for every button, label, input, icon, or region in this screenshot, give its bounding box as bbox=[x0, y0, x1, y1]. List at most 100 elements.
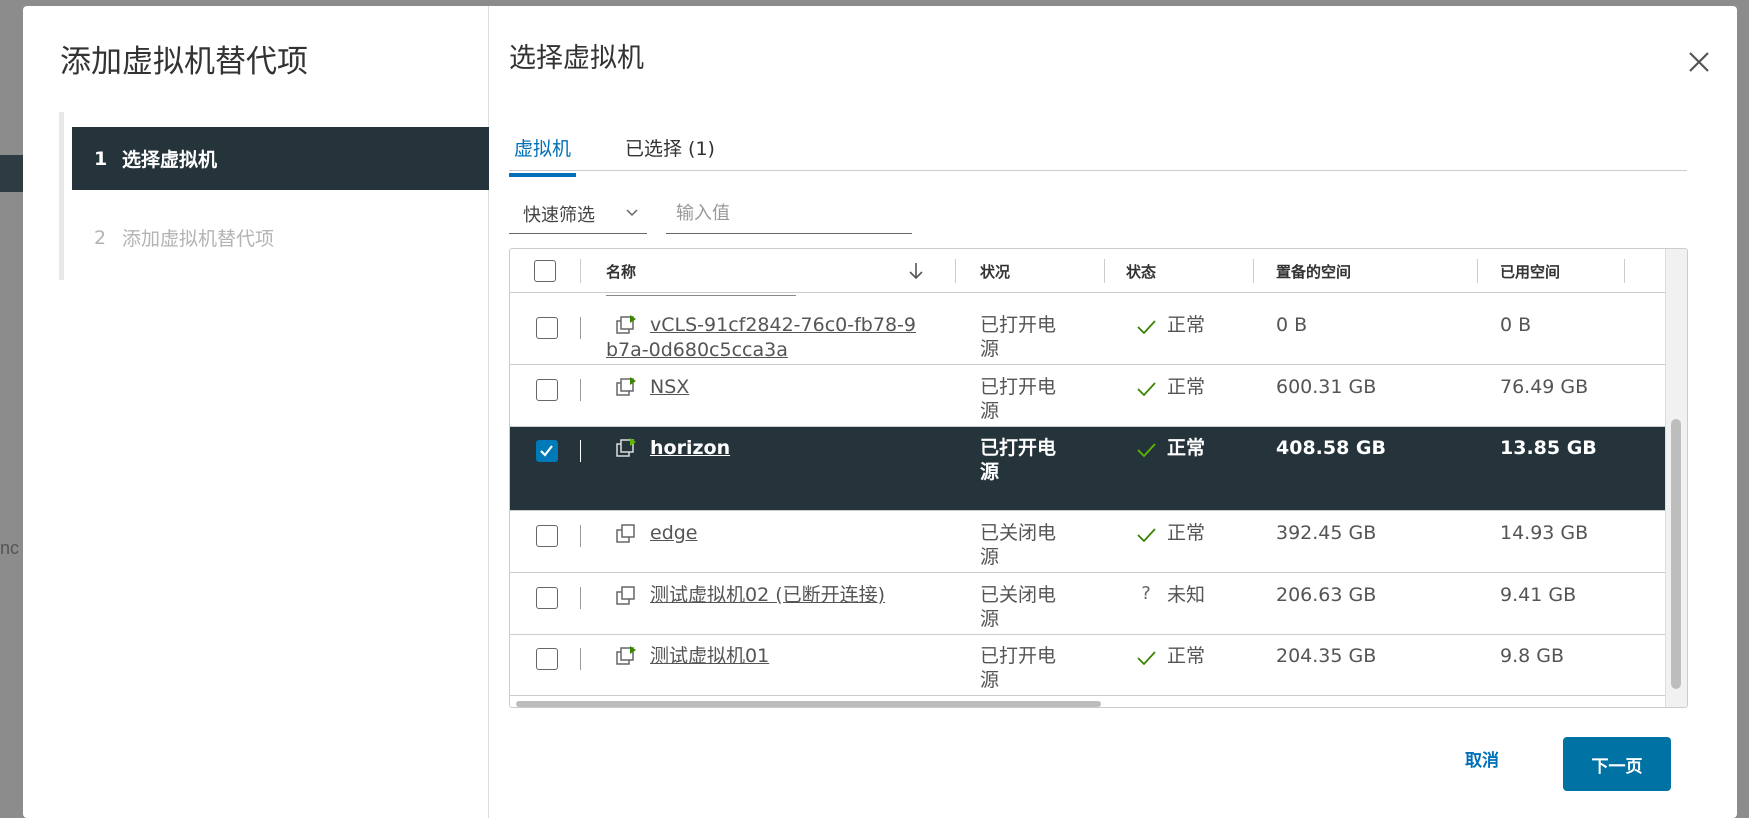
background-dark-strip bbox=[0, 155, 23, 192]
column-header-used-space[interactable]: 已用空间 bbox=[1500, 249, 1560, 293]
vm-powered-off-icon bbox=[616, 586, 635, 605]
column-separator bbox=[580, 259, 581, 283]
table-row[interactable]: vCLS-91cf2842-76c0-fb78-9 b7a-0d680c5cca… bbox=[510, 304, 1666, 365]
vertical-scrollbar-thumb[interactable] bbox=[1671, 419, 1681, 689]
vm-name-link[interactable]: NSX bbox=[650, 375, 689, 400]
table-row[interactable]: edge 已关闭电 源 正常 392.45 GB 14.93 GB bbox=[510, 512, 1666, 573]
step-select-vm[interactable]: 1 选择虚拟机 bbox=[72, 127, 489, 190]
power-state-cell: 已打开电 源 bbox=[980, 644, 1056, 692]
column-separator bbox=[1253, 259, 1254, 283]
power-state-cell: 已关闭电 源 bbox=[980, 521, 1056, 569]
row-checkbox[interactable] bbox=[536, 379, 558, 401]
power-state-line1: 已打开电 bbox=[980, 314, 1057, 336]
check-icon bbox=[1137, 651, 1156, 666]
column-separator bbox=[1624, 259, 1625, 283]
vm-name-link[interactable]: edge bbox=[650, 521, 698, 546]
horizontal-scrollbar-thumb[interactable] bbox=[516, 701, 1101, 707]
status-cell: 正常 bbox=[1167, 645, 1206, 667]
filter-row: 快速筛选 bbox=[509, 194, 912, 234]
check-icon bbox=[1137, 320, 1156, 335]
page-title: 选择虚拟机 bbox=[509, 43, 644, 74]
status-cell: 未知 bbox=[1167, 584, 1206, 606]
power-state-line1: 已打开电 bbox=[980, 376, 1057, 398]
filter-value-input[interactable] bbox=[666, 194, 912, 234]
background-text-fragment: nc bbox=[0, 538, 20, 558]
close-button[interactable] bbox=[1681, 44, 1717, 80]
power-state-line2: 源 bbox=[980, 461, 1000, 483]
vertical-scrollbar[interactable] bbox=[1665, 249, 1687, 707]
used-space-cell: 14.93 GB bbox=[1500, 522, 1589, 544]
row-divider bbox=[580, 648, 581, 670]
wizard-main: 选择虚拟机 虚拟机 已选择 (1) 快速筛选 名称 bbox=[489, 6, 1737, 818]
step-number: 1 bbox=[94, 147, 108, 170]
chevron-down-icon bbox=[626, 209, 638, 217]
row-divider bbox=[580, 379, 581, 401]
used-space-cell: 9.41 GB bbox=[1500, 584, 1577, 606]
provisioned-space-cell: 0 B bbox=[1276, 314, 1308, 336]
vm-powered-on-icon bbox=[616, 377, 636, 396]
wizard-steps: 1 选择虚拟机 2 添加虚拟机替代项 bbox=[59, 112, 489, 280]
tab-selected[interactable]: 已选择 (1) bbox=[620, 134, 720, 173]
used-space-cell: 0 B bbox=[1500, 314, 1532, 336]
checkmark-icon bbox=[540, 445, 553, 457]
power-state-cell: 已打开电 源 bbox=[980, 436, 1056, 484]
quick-filter-label: 快速筛选 bbox=[523, 205, 595, 226]
column-header-provisioned-space[interactable]: 置备的空间 bbox=[1276, 249, 1351, 293]
row-checkbox[interactable] bbox=[536, 648, 558, 670]
used-space-cell: 9.8 GB bbox=[1500, 645, 1565, 667]
vm-name-line1: vCLS-91cf2842-76c0-fb78-9 bbox=[650, 314, 916, 336]
table-row[interactable]: 测试虚拟机01 已打开电 源 正常 204.35 GB 9.8 GB bbox=[510, 635, 1666, 696]
vm-powered-on-icon bbox=[616, 646, 636, 665]
check-icon bbox=[1137, 528, 1156, 543]
provisioned-space-cell: 600.31 GB bbox=[1276, 376, 1377, 398]
power-state-line1: 已打开电 bbox=[980, 437, 1057, 459]
table-row[interactable]: NSX 已打开电 源 正常 600.31 GB 76.49 GB bbox=[510, 366, 1666, 427]
tab-virtual-machines[interactable]: 虚拟机 bbox=[509, 134, 577, 177]
used-space-cell: 76.49 GB bbox=[1500, 376, 1589, 398]
row-checkbox[interactable] bbox=[536, 525, 558, 547]
column-separator bbox=[1477, 259, 1478, 283]
column-header-name[interactable]: 名称 bbox=[606, 249, 636, 293]
column-header-status[interactable]: 状态 bbox=[1126, 249, 1156, 293]
status-cell: 正常 bbox=[1167, 522, 1206, 544]
vm-powered-off-icon bbox=[616, 524, 635, 543]
provisioned-space-cell: 392.45 GB bbox=[1276, 522, 1377, 544]
power-state-line1: 已关闭电 bbox=[980, 584, 1057, 606]
row-divider bbox=[580, 525, 581, 547]
vm-datagrid: 名称 状况 状态 置备的空间 已用空间 vCLS-91cf2842-76c0-f… bbox=[509, 248, 1688, 708]
power-state-line2: 源 bbox=[980, 400, 1000, 422]
vm-name-link[interactable]: horizon bbox=[650, 436, 730, 461]
quick-filter-dropdown[interactable]: 快速筛选 bbox=[509, 194, 647, 234]
check-icon bbox=[1137, 382, 1156, 397]
power-state-line2: 源 bbox=[980, 608, 1000, 630]
step-number: 2 bbox=[94, 226, 107, 249]
cancel-button[interactable]: 取消 bbox=[1465, 746, 1499, 771]
add-vm-override-dialog: 添加虚拟机替代项 1 选择虚拟机 2 添加虚拟机替代项 选择虚拟机 虚拟机 已选… bbox=[23, 6, 1737, 818]
vm-powered-on-icon bbox=[616, 438, 636, 457]
table-row-selected[interactable]: horizon 已打开电 源 正常 408.58 GB 13.85 GB bbox=[510, 427, 1666, 511]
row-checkbox-checked[interactable] bbox=[536, 440, 558, 462]
power-state-cell: 已打开电 源 bbox=[980, 313, 1056, 361]
power-state-cell: 已打开电 源 bbox=[980, 375, 1056, 423]
row-divider bbox=[580, 317, 581, 339]
vm-name-link[interactable]: 测试虚拟机01 bbox=[650, 644, 769, 669]
step-label: 选择虚拟机 bbox=[122, 149, 218, 171]
vm-name-link[interactable]: vCLS-91cf2842-76c0-fb78-9 b7a-0d680c5cca… bbox=[606, 313, 946, 363]
vm-name-link[interactable]: 测试虚拟机02 (已断开连接) bbox=[650, 583, 885, 608]
column-header-power-state[interactable]: 状况 bbox=[980, 249, 1010, 293]
tab-bar: 虚拟机 已选择 (1) bbox=[509, 124, 1687, 177]
next-button[interactable]: 下一页 bbox=[1563, 737, 1671, 791]
close-icon bbox=[1689, 52, 1709, 72]
row-checkbox[interactable] bbox=[536, 587, 558, 609]
column-separator bbox=[955, 259, 956, 283]
step-label: 添加虚拟机替代项 bbox=[122, 228, 275, 250]
wizard-title: 添加虚拟机替代项 bbox=[60, 44, 308, 80]
table-row[interactable]: 测试虚拟机02 (已断开连接) 已关闭电 源 ? 未知 206.63 GB 9.… bbox=[510, 574, 1666, 635]
used-space-cell: 13.85 GB bbox=[1500, 437, 1597, 459]
column-separator bbox=[1104, 259, 1105, 283]
sort-arrow-down-icon[interactable] bbox=[907, 261, 925, 281]
select-all-checkbox[interactable] bbox=[534, 260, 556, 282]
provisioned-space-cell: 206.63 GB bbox=[1276, 584, 1377, 606]
grid-header: 名称 状况 状态 置备的空间 已用空间 bbox=[510, 249, 1666, 293]
row-checkbox[interactable] bbox=[536, 317, 558, 339]
